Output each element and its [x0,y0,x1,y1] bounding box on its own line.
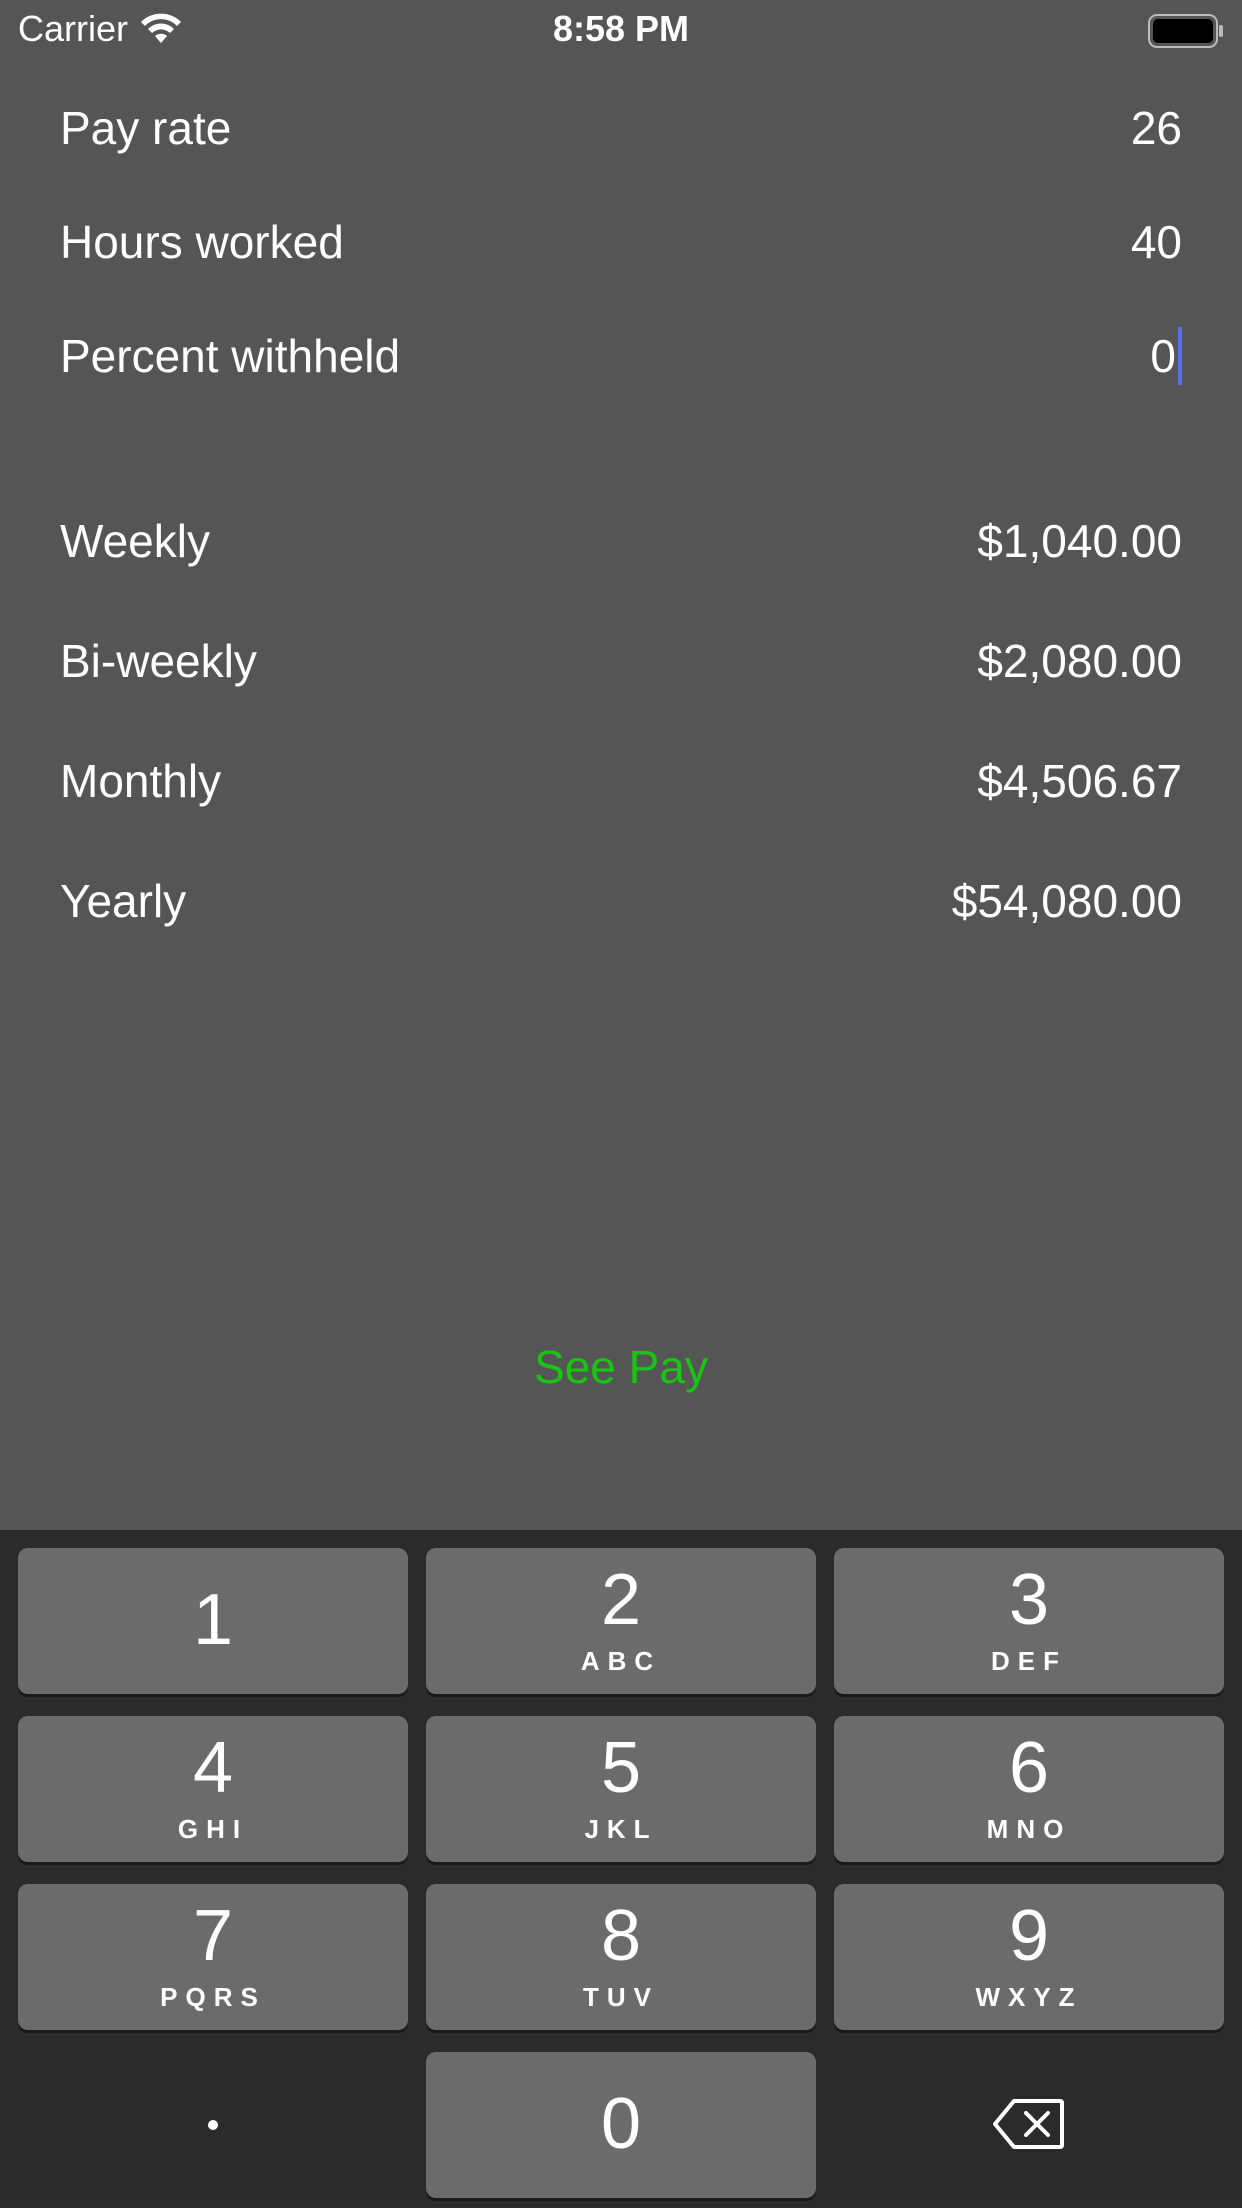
key-digit: 6 [1008,1728,1050,1808]
yearly-value: $54,080.00 [951,875,1182,927]
key-letters: ABC [580,1646,662,1676]
key-digit: 8 [600,1896,642,1976]
key-digit: 0 [600,2084,642,2164]
key-digit: 4 [192,1728,234,1808]
monthly-label: Monthly [60,755,222,807]
key-digit: 1 [192,1580,234,1660]
weekly-row: Weekly $1,040.00 [60,506,1182,576]
key-letters: GHI [177,1814,249,1844]
see-pay-button[interactable]: See Pay [0,1340,1242,1394]
key-7[interactable]: 7 PQRS [18,1884,408,2030]
key-6[interactable]: 6 MNO [834,1716,1224,1862]
numeric-keypad: 1 2 ABC 3 DEF 4 GHI 5 JKL 6 MNO 7 PQRS 8… [0,1530,1242,2208]
key-5[interactable]: 5 JKL [426,1716,816,1862]
decimal-point [208,2120,218,2130]
key-8[interactable]: 8 TUV [426,1884,816,2030]
key-9[interactable]: 9 WXYZ [834,1884,1224,2030]
battery-icon [1148,14,1223,48]
percent-withheld-row: Percent withheld 0 [60,321,1182,391]
pay-rate-input[interactable] [882,101,1182,155]
hours-worked-row: Hours worked [60,207,1182,277]
status-bar: Carrier 8:58 PM [0,0,1242,60]
hours-worked-label: Hours worked [60,216,344,268]
key-digit: 5 [600,1728,642,1808]
pay-rate-label: Pay rate [60,102,232,154]
key-3[interactable]: 3 DEF [834,1548,1224,1694]
key-digit: 7 [192,1896,234,1976]
hours-worked-input[interactable] [882,215,1182,269]
key-0[interactable]: 0 [426,2052,816,2198]
percent-withheld-label: Percent withheld [60,330,401,382]
status-time: 8:58 PM [552,8,690,49]
key-letters: PQRS [160,1982,266,2012]
key-digit: 9 [1008,1896,1050,1976]
weekly-label: Weekly [60,515,210,567]
key-2[interactable]: 2 ABC [426,1548,816,1694]
percent-withheld-input[interactable]: 0 [1150,329,1176,383]
biweekly-row: Bi-weekly $2,080.00 [60,626,1182,696]
screen: Carrier 8:58 PM Pay rate Hours worked Pe… [0,0,1242,2208]
key-4[interactable]: 4 GHI [18,1716,408,1862]
biweekly-value: $2,080.00 [977,635,1182,687]
key-letters: DEF [991,1646,1067,1676]
key-delete[interactable] [834,2052,1224,2198]
key-decimal[interactable] [18,2052,408,2198]
monthly-value: $4,506.67 [977,755,1182,807]
key-letters: MNO [986,1814,1072,1844]
weekly-value: $1,040.00 [977,515,1182,567]
key-digit: 3 [1008,1560,1050,1640]
key-letters: WXYZ [975,1982,1083,2012]
backspace-icon [993,2099,1064,2149]
key-letters: TUV [583,1982,659,2012]
monthly-row: Monthly $4,506.67 [60,746,1182,816]
key-1[interactable]: 1 [18,1548,408,1694]
yearly-row: Yearly $54,080.00 [60,866,1182,936]
biweekly-label: Bi-weekly [60,635,257,687]
percent-withheld-field[interactable]: 0 [1150,327,1182,385]
pay-rate-row: Pay rate [60,93,1182,163]
text-caret [1178,327,1182,385]
key-digit: 2 [600,1560,642,1640]
key-letters: JKL [584,1814,658,1844]
yearly-label: Yearly [60,875,187,927]
